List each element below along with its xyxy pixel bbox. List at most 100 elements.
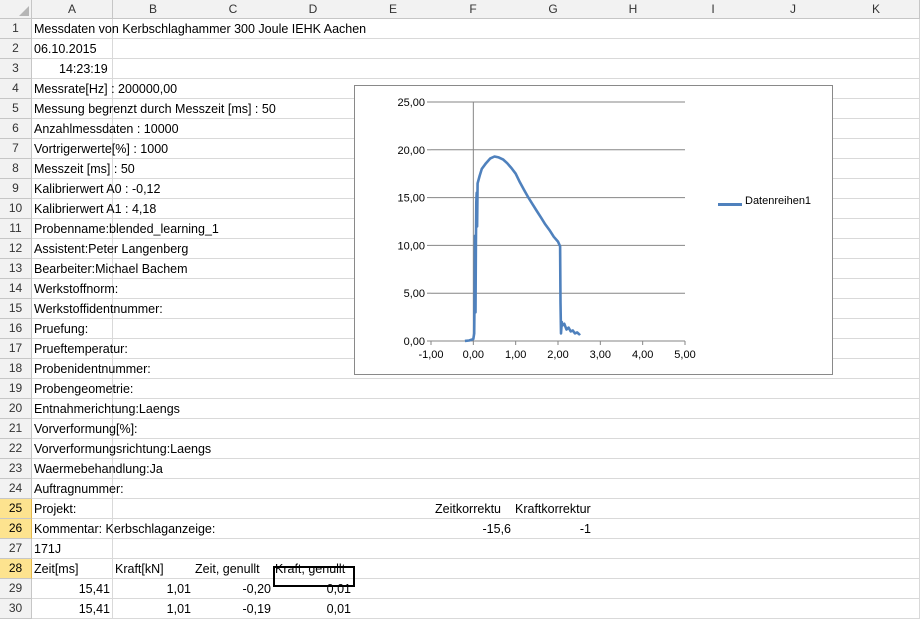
row-header-10[interactable]: 10: [0, 199, 32, 219]
cell-text-a28: Zeit[ms]: [34, 562, 79, 576]
active-cell-d28[interactable]: [273, 566, 355, 587]
cell-text-a1: Messdaten von Kerbschlaghammer 300 Joule…: [34, 22, 367, 36]
cell-text-c30: -0,19: [242, 602, 272, 616]
cell-f29[interactable]: [433, 579, 514, 599]
column-header-c[interactable]: C: [193, 0, 274, 19]
column-header-j[interactable]: J: [753, 0, 834, 19]
cell-h26[interactable]: [593, 519, 674, 539]
y-tick-label-3: 15,00: [397, 193, 425, 205]
column-header-g[interactable]: G: [513, 0, 594, 19]
row-header-3[interactable]: 3: [0, 59, 32, 79]
row-header-1[interactable]: 1: [0, 19, 32, 39]
legend-series-label: Datenreihen1: [745, 195, 812, 207]
cell-h30[interactable]: [593, 599, 674, 619]
cell-f30[interactable]: [433, 599, 514, 619]
column-header-i[interactable]: I: [673, 0, 754, 19]
column-header-a[interactable]: A: [32, 0, 113, 19]
x-tick-label-2: 1,00: [505, 349, 526, 361]
row-header-15[interactable]: 15: [0, 299, 32, 319]
cell-text-c28: Zeit, genullt: [195, 562, 260, 576]
cell-k26[interactable]: [833, 519, 920, 539]
row-header-8[interactable]: 8: [0, 159, 32, 179]
cell-i30[interactable]: [673, 599, 754, 619]
series-line-0: [464, 155, 581, 343]
select-all-triangle-icon: [19, 6, 29, 16]
select-all-button[interactable]: [0, 0, 32, 19]
row-header-7[interactable]: 7: [0, 139, 32, 159]
cell-text-a23: Waermebehandlung:Ja: [34, 462, 163, 476]
row-header-11[interactable]: 11: [0, 219, 32, 239]
embedded-line-chart[interactable]: 0,00 5,00 10,00 15,00 20,00 25,00 -1,00 0,00 1,0…: [354, 85, 833, 375]
column-header-b[interactable]: B: [113, 0, 194, 19]
cell-text-a24: Auftragnummer:: [34, 482, 124, 496]
row-header-17[interactable]: 17: [0, 339, 32, 359]
column-header-h[interactable]: H: [593, 0, 674, 19]
row-header-14[interactable]: 14: [0, 279, 32, 299]
x-tick-label-3: 2,00: [547, 349, 568, 361]
y-tick-label-0: 0,00: [404, 336, 425, 348]
row-header-18[interactable]: 18: [0, 359, 32, 379]
chart-plot: 0,005,0010,0015,0020,0025,00-1,00 0,00 1,0…: [397, 97, 695, 361]
cell-text-a25: Projekt:: [34, 502, 77, 516]
row-header-9[interactable]: 9: [0, 179, 32, 199]
column-header-k[interactable]: K: [833, 0, 920, 19]
row-header-26[interactable]: 26: [0, 519, 32, 539]
row-header-20[interactable]: 20: [0, 399, 32, 419]
row-header-4[interactable]: 4: [0, 79, 32, 99]
row-header-27[interactable]: 27: [0, 539, 32, 559]
cell-g29[interactable]: [513, 579, 594, 599]
y-tick-label-4: 20,00: [397, 145, 425, 157]
cell-text-g25: Kraftkorrektur: [515, 502, 591, 516]
cell-k30[interactable]: [833, 599, 920, 619]
cell-text-a20: Entnahmerichtung:Laengs: [34, 402, 180, 416]
row-header-29[interactable]: 29: [0, 579, 32, 599]
row-header-24[interactable]: 24: [0, 479, 32, 499]
row-header-22[interactable]: 22: [0, 439, 32, 459]
row-header-30[interactable]: 30: [0, 599, 32, 619]
cell-i29[interactable]: [673, 579, 754, 599]
row-header-16[interactable]: 16: [0, 319, 32, 339]
cell-i26[interactable]: [673, 519, 754, 539]
cell-g30[interactable]: [513, 599, 594, 619]
row-header-23[interactable]: 23: [0, 459, 32, 479]
cell-text-a3: 14:23:19: [59, 62, 108, 76]
cell-j26[interactable]: [753, 519, 834, 539]
cell-text-a21: Vorverformung[%]:: [34, 422, 138, 436]
cell-text-f26: -15,6: [482, 522, 512, 536]
cell-text-b28: Kraft[kN]: [115, 562, 164, 576]
cell-text-a29: 15,41: [78, 582, 110, 596]
y-tick-label-1: 5,00: [404, 288, 425, 300]
column-header-f[interactable]: F: [433, 0, 514, 19]
row-header-5[interactable]: 5: [0, 99, 32, 119]
row-header-12[interactable]: 12: [0, 239, 32, 259]
cell-text-b30: 1,01: [166, 602, 191, 616]
x-tick-label-4: 3,00: [590, 349, 611, 361]
row-header-13[interactable]: 13: [0, 259, 32, 279]
column-header-d[interactable]: D: [273, 0, 354, 19]
cell-text-a19: Probengeometrie:: [34, 382, 134, 396]
row-header-25[interactable]: 25: [0, 499, 32, 519]
cell-text-g26: -1: [579, 522, 591, 536]
cell-h29[interactable]: [593, 579, 674, 599]
cell-j29[interactable]: [753, 579, 834, 599]
x-tick-label-5: 4,00: [632, 349, 653, 361]
cell-j30[interactable]: [753, 599, 834, 619]
cell-text-a2: 06.10.2015: [34, 42, 97, 56]
row-header-19[interactable]: 19: [0, 379, 32, 399]
row-header-28[interactable]: 28: [0, 559, 32, 579]
cell-text-b29: 1,01: [166, 582, 191, 596]
cell-text-f25: Zeitkorrektu: [435, 502, 501, 516]
cell-text-a30: 15,41: [78, 602, 110, 616]
cell-e29[interactable]: [353, 579, 434, 599]
cell-k29[interactable]: [833, 579, 920, 599]
x-tick-label-0: -1,00: [418, 349, 443, 361]
row-header-21[interactable]: 21: [0, 419, 32, 439]
legend-series-marker: [718, 203, 742, 206]
cell-e30[interactable]: [353, 599, 434, 619]
row-header-6[interactable]: 6: [0, 119, 32, 139]
cell-text-a26: Kommentar: Kerbschlaganzeige:: [34, 522, 216, 536]
cell-text-d28: Kraft, genullt: [275, 562, 346, 576]
column-header-e[interactable]: E: [353, 0, 434, 19]
x-tick-label-1: 0,00: [463, 349, 484, 361]
row-header-2[interactable]: 2: [0, 39, 32, 59]
